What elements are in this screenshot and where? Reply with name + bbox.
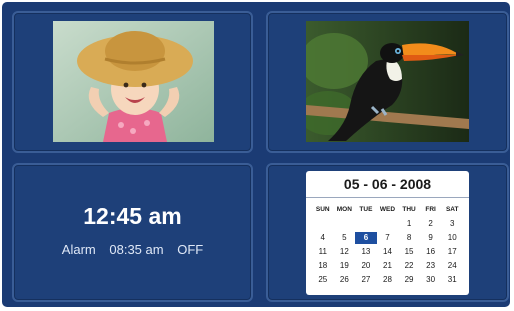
calendar-empty-cell — [355, 218, 377, 230]
calendar-day[interactable]: 30 — [420, 274, 442, 286]
weekday-header: SUN — [315, 206, 330, 213]
calendar-day[interactable]: 2 — [420, 218, 442, 230]
alarm-time: 08:35 am — [109, 242, 164, 257]
calendar-day[interactable]: 19 — [334, 260, 356, 272]
calendar-day[interactable]: 21 — [377, 260, 399, 272]
calendar-empty-cell — [334, 218, 356, 230]
calendar-day[interactable]: 14 — [377, 246, 399, 258]
weekday-header: WED — [379, 206, 396, 213]
calendar-empty-cell — [312, 218, 334, 230]
calendar-day[interactable]: 10 — [441, 232, 463, 244]
calendar-day[interactable]: 26 — [334, 274, 356, 286]
weekday-header: TUE — [359, 206, 373, 213]
alarm-state: OFF — [177, 242, 204, 257]
child-photo[interactable] — [53, 21, 214, 142]
calendar-day[interactable]: 29 — [398, 274, 420, 286]
calendar-empty-cell — [377, 218, 399, 230]
calendar-day[interactable]: 15 — [398, 246, 420, 258]
calendar-day[interactable]: 8 — [398, 232, 420, 244]
weekday-header: THU — [402, 206, 416, 213]
calendar-day[interactable]: 5 — [334, 232, 356, 244]
weekday-header: FRI — [425, 206, 436, 213]
calendar-day[interactable]: 22 — [398, 260, 420, 272]
calendar-day-selected[interactable]: 6 — [355, 232, 377, 244]
weekday-header: MON — [336, 206, 352, 213]
calendar-day[interactable]: 3 — [441, 218, 463, 230]
calendar-day[interactable]: 13 — [355, 246, 377, 258]
weekday-header: SAT — [445, 206, 459, 213]
calendar-grid: SUN MON TUE WED THU FRI SAT 1 2 3 4 5 6 7 8 9 10 11 12 13 14… — [306, 198, 469, 286]
calendar-day[interactable]: 7 — [377, 232, 399, 244]
calendar-day[interactable]: 18 — [312, 260, 334, 272]
calendar-day[interactable]: 20 — [355, 260, 377, 272]
calendar-day[interactable]: 12 — [334, 246, 356, 258]
calendar[interactable]: 05 - 06 - 2008 SUN MON TUE WED THU FRI SAT 1 2 3 4… — [306, 171, 469, 295]
clock-panel[interactable] — [12, 163, 253, 302]
clock-time: 12:45 am — [83, 203, 182, 229]
calendar-day[interactable]: 28 — [377, 274, 399, 286]
calendar-day[interactable]: 24 — [441, 260, 463, 272]
calendar-day[interactable]: 4 — [312, 232, 334, 244]
calendar-day[interactable]: 16 — [420, 246, 442, 258]
toucan-photo[interactable] — [306, 21, 469, 142]
calendar-day[interactable]: 17 — [441, 246, 463, 258]
alarm-row[interactable]: Alarm 08:35 am OFF — [12, 242, 253, 257]
calendar-day[interactable]: 9 — [420, 232, 442, 244]
calendar-date: 05 - 06 - 2008 — [306, 171, 469, 198]
alarm-label: Alarm — [61, 242, 96, 257]
calendar-day[interactable]: 1 — [398, 218, 420, 230]
calendar-day[interactable]: 23 — [420, 260, 442, 272]
calendar-day[interactable]: 25 — [312, 274, 334, 286]
calendar-day[interactable]: 27 — [355, 274, 377, 286]
calendar-day[interactable]: 31 — [441, 274, 463, 286]
calendar-day[interactable]: 11 — [312, 246, 334, 258]
